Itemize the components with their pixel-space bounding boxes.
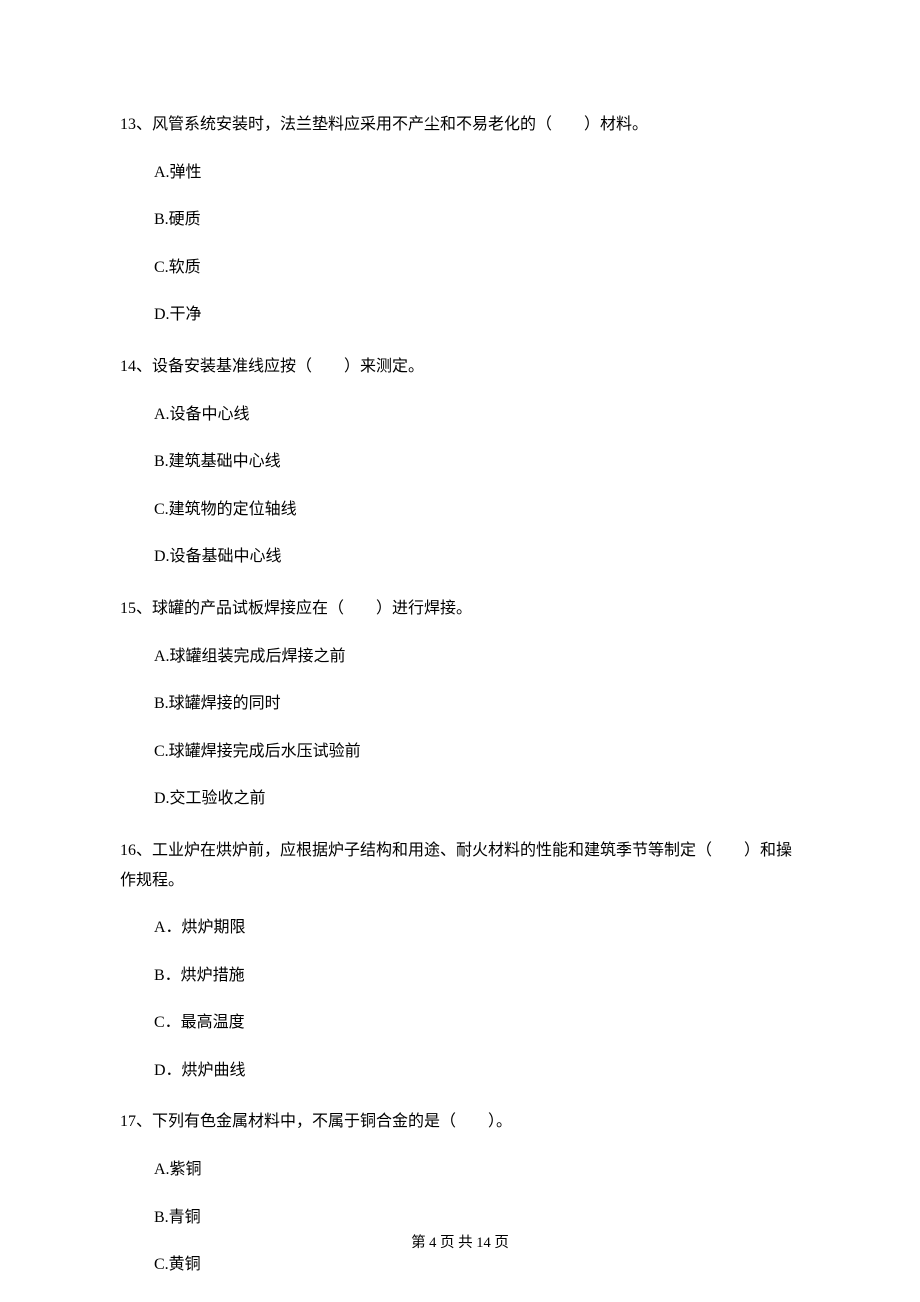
- question-number: 17、: [120, 1113, 152, 1130]
- question-stem: 风管系统安装时，法兰垫料应采用不产尘和不易老化的（ ）材料。: [152, 116, 648, 133]
- question-text: 17、下列有色金属材料中，不属于铜合金的是（ ）。: [120, 1107, 800, 1137]
- question-text: 14、设备安装基准线应按（ ）来测定。: [120, 352, 800, 382]
- question-13: 13、风管系统安装时，法兰垫料应采用不产尘和不易老化的（ ）材料。 A.弹性 B…: [120, 110, 800, 330]
- question-text: 16、工业炉在烘炉前，应根据炉子结构和用途、耐火材料的性能和建筑季节等制定（ ）…: [120, 836, 800, 895]
- page-content: 13、风管系统安装时，法兰垫料应采用不产尘和不易老化的（ ）材料。 A.弹性 B…: [0, 0, 920, 1280]
- option-d: D．烘炉曲线: [154, 1056, 800, 1086]
- question-17: 17、下列有色金属材料中，不属于铜合金的是（ ）。 A.紫铜 B.青铜 C.黄铜: [120, 1107, 800, 1279]
- options-list: A.球罐组装完成后焊接之前 B.球罐焊接的同时 C.球罐焊接完成后水压试验前 D…: [120, 642, 800, 814]
- option-b: B.青铜: [154, 1203, 800, 1233]
- page-footer: 第 4 页 共 14 页: [0, 1231, 920, 1252]
- question-number: 14、: [120, 358, 152, 375]
- question-number: 16、: [120, 842, 152, 859]
- option-c: C.球罐焊接完成后水压试验前: [154, 737, 800, 767]
- options-list: A．烘炉期限 B．烘炉措施 C．最高温度 D．烘炉曲线: [120, 913, 800, 1085]
- option-b: B.球罐焊接的同时: [154, 689, 800, 719]
- options-list: A.设备中心线 B.建筑基础中心线 C.建筑物的定位轴线 D.设备基础中心线: [120, 400, 800, 572]
- option-b: B．烘炉措施: [154, 961, 800, 991]
- option-d: D.交工验收之前: [154, 784, 800, 814]
- option-a: A.紫铜: [154, 1155, 800, 1185]
- option-a: A.弹性: [154, 158, 800, 188]
- options-list: A.弹性 B.硬质 C.软质 D.干净: [120, 158, 800, 330]
- option-a: A.设备中心线: [154, 400, 800, 430]
- option-c: C.黄铜: [154, 1250, 800, 1280]
- question-stem: 工业炉在烘炉前，应根据炉子结构和用途、耐火材料的性能和建筑季节等制定（ ）和操作…: [120, 842, 792, 889]
- question-number: 15、: [120, 600, 152, 617]
- question-stem: 下列有色金属材料中，不属于铜合金的是（ ）。: [152, 1113, 512, 1130]
- question-text: 15、球罐的产品试板焊接应在（ ）进行焊接。: [120, 594, 800, 624]
- option-a: A.球罐组装完成后焊接之前: [154, 642, 800, 672]
- option-b: B.硬质: [154, 205, 800, 235]
- option-d: D.干净: [154, 300, 800, 330]
- question-number: 13、: [120, 116, 152, 133]
- question-stem: 球罐的产品试板焊接应在（ ）进行焊接。: [152, 600, 472, 617]
- question-16: 16、工业炉在烘炉前，应根据炉子结构和用途、耐火材料的性能和建筑季节等制定（ ）…: [120, 836, 800, 1086]
- question-14: 14、设备安装基准线应按（ ）来测定。 A.设备中心线 B.建筑基础中心线 C.…: [120, 352, 800, 572]
- option-c: C.软质: [154, 253, 800, 283]
- option-b: B.建筑基础中心线: [154, 447, 800, 477]
- question-stem: 设备安装基准线应按（ ）来测定。: [152, 358, 424, 375]
- option-c: C．最高温度: [154, 1008, 800, 1038]
- option-d: D.设备基础中心线: [154, 542, 800, 572]
- question-15: 15、球罐的产品试板焊接应在（ ）进行焊接。 A.球罐组装完成后焊接之前 B.球…: [120, 594, 800, 814]
- question-text: 13、风管系统安装时，法兰垫料应采用不产尘和不易老化的（ ）材料。: [120, 110, 800, 140]
- option-a: A．烘炉期限: [154, 913, 800, 943]
- option-c: C.建筑物的定位轴线: [154, 495, 800, 525]
- options-list: A.紫铜 B.青铜 C.黄铜: [120, 1155, 800, 1280]
